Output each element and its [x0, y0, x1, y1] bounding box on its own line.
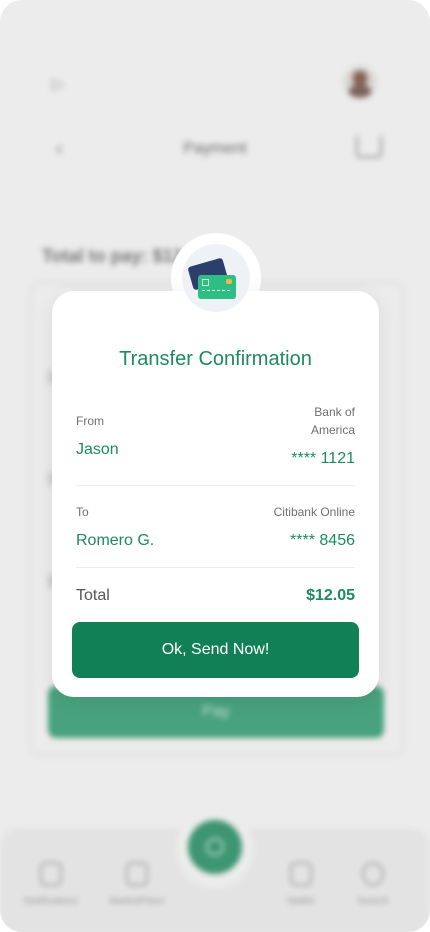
- from-name: Jason: [76, 441, 119, 458]
- total-label: Total: [76, 587, 110, 604]
- divider: [76, 485, 355, 486]
- from-bank-line2: America: [310, 423, 355, 437]
- to-name: Romero G.: [76, 532, 155, 549]
- divider: [76, 567, 355, 568]
- from-label: From: [76, 414, 104, 428]
- from-bank-line1: Bank of: [314, 405, 355, 419]
- to-label: To: [76, 505, 89, 519]
- card-number-line: [202, 290, 230, 295]
- phone-screen: ▷ ‹ Payment Total to pay: $12.05 Pay Not…: [0, 0, 430, 932]
- to-bank: Citibank Online: [273, 505, 355, 519]
- to-account: **** 8456: [290, 532, 355, 549]
- card-chip-icon: [226, 279, 232, 284]
- card-detail: [202, 279, 209, 286]
- send-now-button[interactable]: Ok, Send Now!: [72, 622, 359, 678]
- total-value: $12.05: [306, 587, 355, 604]
- from-account: **** 1121: [291, 450, 355, 467]
- modal-title: Transfer Confirmation: [119, 348, 312, 370]
